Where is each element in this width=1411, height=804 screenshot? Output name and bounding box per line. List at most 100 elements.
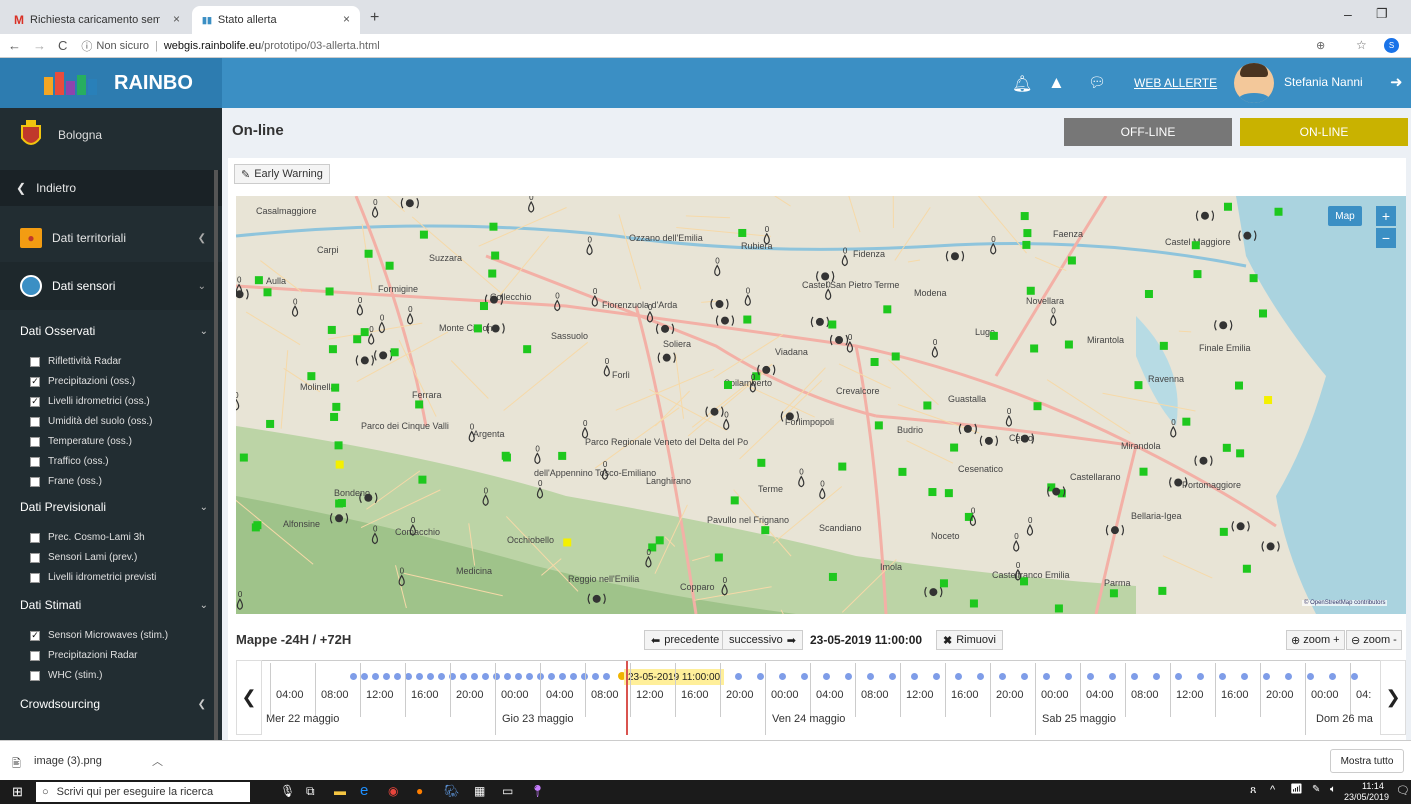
station-green-marker[interactable] [1022, 240, 1031, 249]
timeline-data-dot[interactable] [372, 673, 379, 680]
timeline-current-line[interactable] [626, 661, 628, 735]
microwave-sensor-marker[interactable] [1174, 478, 1183, 487]
station-green-marker[interactable] [327, 325, 336, 334]
station-green-marker[interactable] [418, 475, 427, 484]
microwave-sensor-marker[interactable] [835, 336, 844, 345]
station-green-marker[interactable] [1144, 289, 1153, 298]
station-green-marker[interactable] [870, 358, 879, 367]
checkbox[interactable] [30, 436, 40, 447]
station-green-marker[interactable] [923, 401, 932, 410]
station-green-marker[interactable] [263, 288, 272, 297]
station-green-marker[interactable] [489, 222, 498, 231]
microwave-sensor-marker[interactable] [1266, 542, 1275, 551]
microwave-sensor-marker[interactable] [662, 353, 671, 362]
web-allerte-link[interactable]: WEB ALLERTE [1134, 76, 1217, 90]
timeline-data-dot[interactable] [1153, 673, 1160, 680]
station-green-marker[interactable] [828, 572, 837, 581]
pen-icon[interactable]: ✎ [1312, 784, 1320, 795]
browser-tab-gmail[interactable]: M Richiesta caricamento semplifica × [4, 6, 190, 34]
check-umidita-suolo[interactable]: Umidità del suolo (oss.) [30, 416, 152, 427]
microwave-sensor-marker[interactable] [815, 317, 824, 326]
timeline-data-dot[interactable] [592, 673, 599, 680]
station-green-marker[interactable] [1023, 229, 1032, 238]
checkbox[interactable] [30, 416, 40, 427]
timeline-data-dot[interactable] [482, 673, 489, 680]
station-green-marker[interactable] [1223, 202, 1232, 211]
user-avatar[interactable] [1234, 63, 1274, 103]
microwave-sensor-marker[interactable] [720, 316, 729, 325]
next-button[interactable]: successivo ➡ [722, 630, 804, 650]
station-green-marker[interactable] [1067, 256, 1076, 265]
station-green-marker[interactable] [488, 269, 497, 278]
station-green-marker[interactable] [723, 380, 732, 389]
sidebar-scrollbar[interactable] [214, 170, 218, 740]
station-green-marker[interactable] [898, 467, 907, 476]
check-livelli-idrometrici-oss[interactable]: Livelli idrometrici (oss.) [30, 396, 150, 407]
timeline-data-dot[interactable] [977, 673, 984, 680]
station-green-marker[interactable] [491, 251, 500, 260]
station-green-marker[interactable] [1182, 417, 1191, 426]
terminal-icon[interactable]: ▭ [502, 784, 513, 798]
station-green-marker[interactable] [325, 287, 334, 296]
station-green-marker[interactable] [353, 335, 362, 344]
sidebar-item-dati-territoriali[interactable]: ● Dati territoriali ❮ [0, 214, 222, 262]
check-prec-cosmo-lami[interactable]: Prec. Cosmo-Lami 3h [30, 532, 145, 543]
group-dati-stimati[interactable]: Dati Stimati ⌄ [0, 594, 222, 616]
early-warning-button[interactable]: ✎ Early Warning [234, 164, 330, 184]
calculator-icon[interactable]: ▦ [474, 784, 485, 798]
station-green-marker[interactable] [1191, 241, 1200, 250]
station-green-marker[interactable] [828, 320, 837, 329]
station-green-marker[interactable] [730, 496, 739, 505]
previous-button[interactable]: ⬅ precedente [644, 630, 727, 650]
minimize-icon[interactable]: – [1344, 6, 1352, 22]
station-green-marker[interactable] [334, 441, 343, 450]
timeline-data-dot[interactable] [801, 673, 808, 680]
station-green-marker[interactable] [738, 228, 747, 237]
station-green-marker[interactable] [473, 324, 482, 333]
timeline-data-dot[interactable] [460, 673, 467, 680]
station-green-marker[interactable] [1109, 589, 1118, 598]
timeline-data-dot[interactable] [548, 673, 555, 680]
station-green-marker[interactable] [1064, 340, 1073, 349]
station-green-marker[interactable] [1274, 207, 1283, 216]
station-green-marker[interactable] [364, 249, 373, 258]
microwave-sensor-marker[interactable] [1020, 434, 1029, 443]
timeline-data-dot[interactable] [1329, 673, 1336, 680]
timeline-next-arrow[interactable]: ❯ [1380, 660, 1406, 735]
microwave-sensor-marker[interactable] [489, 295, 498, 304]
taskbar-date[interactable]: 23/05/2019 [1344, 792, 1389, 802]
microwave-sensor-marker[interactable] [950, 252, 959, 261]
station-green-marker[interactable] [479, 302, 488, 311]
station-green-marker[interactable] [1139, 467, 1148, 476]
station-green-marker[interactable] [761, 526, 770, 535]
check-sensori-microwaves[interactable]: Sensori Microwaves (stim.) [30, 630, 168, 641]
microwave-sensor-marker[interactable] [661, 324, 670, 333]
map[interactable]: Casalmaggiore Suzzara Fiorenzuola d'Arda Vi… [236, 196, 1406, 614]
microwave-sensor-marker[interactable] [929, 588, 938, 597]
microwave-sensor-marker[interactable] [762, 365, 771, 374]
station-green-marker[interactable] [1134, 381, 1143, 390]
chevron-up-icon[interactable]: ^ [1270, 784, 1275, 796]
volume-icon[interactable]: 🔈︎ [1330, 784, 1336, 795]
station-green-marker[interactable] [1234, 381, 1243, 390]
chrome-icon[interactable]: ◉ [388, 784, 398, 798]
station-green-marker[interactable] [415, 400, 424, 409]
notification-icon[interactable]: 🗨︎ [1396, 784, 1410, 797]
timeline-data-dot[interactable] [757, 673, 764, 680]
network-icon[interactable]: 📶︎ [1290, 784, 1303, 795]
bookmark-star-icon[interactable]: ☆ [1356, 38, 1367, 52]
station-green-marker[interactable] [330, 412, 339, 421]
timeline-zoom-in-button[interactable]: ⊕ zoom + [1286, 630, 1345, 650]
station-green-marker[interactable] [337, 499, 346, 508]
station-green-marker[interactable] [838, 462, 847, 471]
timeline-data-dot[interactable] [735, 673, 742, 680]
station-green-marker[interactable] [1026, 286, 1035, 295]
microwave-sensor-marker[interactable] [364, 493, 373, 502]
checkbox[interactable] [30, 356, 40, 367]
microwave-sensor-marker[interactable] [984, 436, 993, 445]
chevron-up-icon[interactable]: ︿ [152, 753, 163, 769]
timeline-data-dot[interactable] [1263, 673, 1270, 680]
microwave-sensor-marker[interactable] [360, 356, 369, 365]
station-green-marker[interactable] [1158, 586, 1167, 595]
station-green-marker[interactable] [891, 352, 900, 361]
